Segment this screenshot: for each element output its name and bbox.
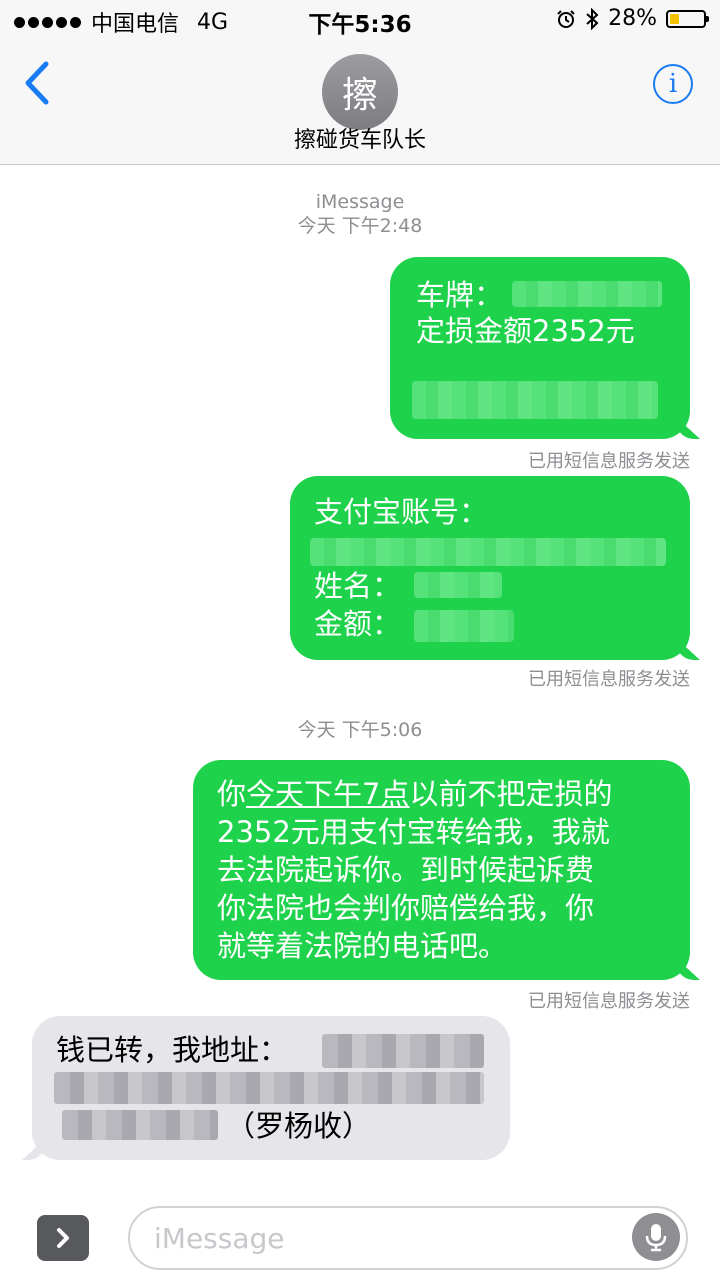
message-text: 2352元用支付宝转给我，我就 xyxy=(217,815,610,849)
back-chevron-icon[interactable] xyxy=(18,58,58,108)
message-text: 车牌： xyxy=(416,278,504,312)
message-text: 钱已转，我地址： xyxy=(56,1033,289,1067)
alarm-icon xyxy=(557,9,575,28)
carrier-label: 中国电信 xyxy=(91,12,180,37)
status-left: 中国电信 4G xyxy=(14,6,228,38)
status-bar: 中国电信 4G 下午5:36 28% xyxy=(0,0,720,40)
redacted-plate xyxy=(512,281,662,307)
service-label: iMessage xyxy=(315,191,405,213)
signal-dots-icon xyxy=(14,16,81,28)
message-text: 定损金额2352元 xyxy=(416,314,635,348)
message-input-placeholder: iMessage xyxy=(154,1222,285,1255)
message-bubble-received[interactable]: 钱已转，我地址： （罗杨收） xyxy=(32,1016,510,1160)
date-link[interactable]: 今天下午7点 xyxy=(246,777,409,811)
microphone-icon xyxy=(645,1224,667,1252)
delivery-status: 已用短信息服务发送 xyxy=(528,669,690,690)
conversation-header: 擦 擦碰货车队长 i xyxy=(0,40,720,165)
delivery-status: 已用短信息服务发送 xyxy=(528,991,690,1012)
message-text: 金额： xyxy=(314,607,402,641)
composer-bar: iMessage xyxy=(0,1190,720,1280)
timestamp: 今天 下午2:48 xyxy=(297,215,423,237)
contact-avatar[interactable]: 擦 xyxy=(322,54,398,130)
delivery-status: 已用短信息服务发送 xyxy=(528,451,690,472)
contact-name[interactable]: 擦碰货车队长 xyxy=(0,122,720,154)
redacted-name xyxy=(414,572,502,598)
message-text-line: 你今天下午7点以前不把定损的 xyxy=(217,774,612,814)
redacted-address xyxy=(62,1110,218,1140)
app-drawer-button[interactable] xyxy=(37,1215,89,1261)
microphone-button[interactable] xyxy=(632,1213,680,1261)
timestamp: 今天 下午5:06 xyxy=(297,719,423,741)
bluetooth-icon xyxy=(586,7,599,30)
message-text: 以前不把定损的 xyxy=(409,777,613,811)
network-label: 4G xyxy=(197,9,229,35)
battery-icon xyxy=(666,9,709,28)
message-text: 支付宝账号： xyxy=(314,495,489,529)
message-text: 去法院起诉你。到时候起诉费 xyxy=(217,853,595,887)
status-right: 28% xyxy=(556,6,709,31)
info-icon[interactable]: i xyxy=(653,64,693,104)
redacted-address xyxy=(54,1072,484,1104)
message-bubble-sent[interactable]: 你今天下午7点以前不把定损的 2352元用支付宝转给我，我就 去法院起诉你。到时… xyxy=(193,760,690,980)
message-text: 你 xyxy=(217,777,247,811)
message-text: （罗杨收） xyxy=(226,1109,372,1143)
message-text: 就等着法院的电话吧。 xyxy=(217,929,508,963)
message-bubble-sent[interactable]: 车牌： 定损金额2352元 xyxy=(390,257,690,439)
battery-fill xyxy=(670,13,679,24)
message-input[interactable]: iMessage xyxy=(128,1206,688,1270)
battery-percent: 28% xyxy=(608,6,657,31)
redacted-amount xyxy=(414,610,514,642)
message-bubble-sent[interactable]: 支付宝账号： 姓名： 金额： xyxy=(290,476,690,660)
app-drawer-chevron-icon xyxy=(57,1228,69,1248)
redacted-text xyxy=(412,381,658,419)
message-text: 姓名： xyxy=(314,569,402,603)
redacted-address xyxy=(322,1034,484,1068)
message-text: 你法院也会判你赔偿给我，你 xyxy=(217,891,595,925)
redacted-account xyxy=(310,538,666,566)
